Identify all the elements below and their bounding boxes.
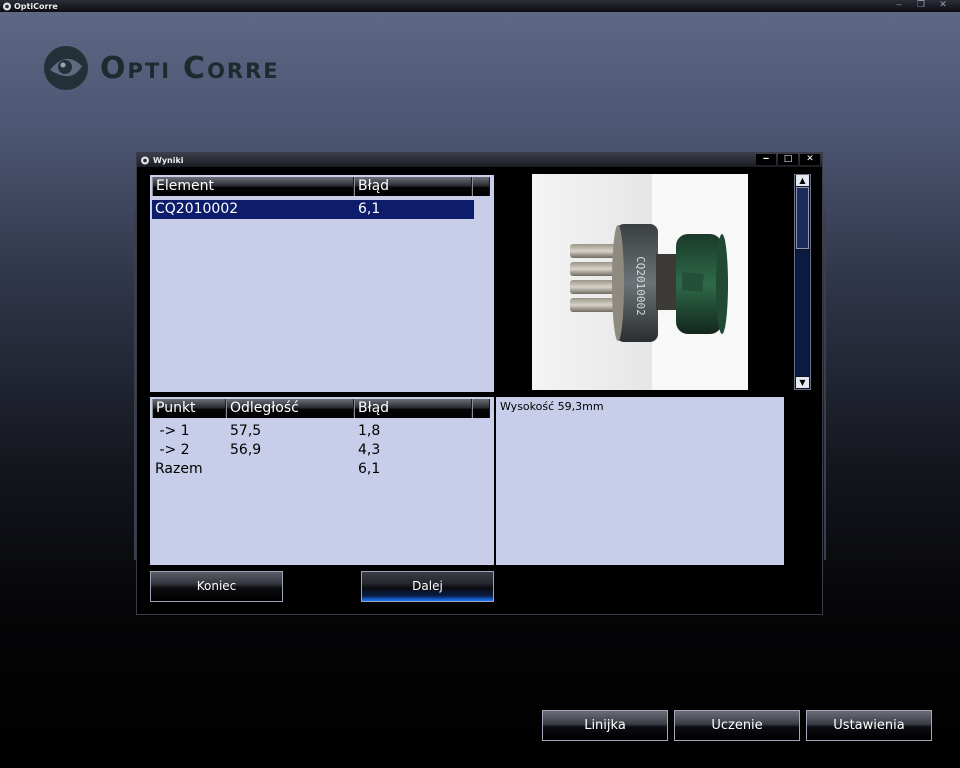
starter-drive-gear-image: CQ2010002 [532, 174, 748, 390]
restore-icon[interactable]: ❐ [914, 0, 928, 10]
end-button[interactable]: Koniec [150, 571, 283, 602]
minimize-icon[interactable]: ‒ [892, 0, 906, 10]
column-header-point[interactable]: Punkt [152, 399, 226, 418]
close-icon[interactable]: ✕ [936, 0, 950, 10]
logo-letter: O [100, 50, 128, 86]
logo-letters: PTI [127, 58, 172, 83]
table-row[interactable]: Razem 6,1 [152, 460, 380, 479]
button-focus-glow [362, 596, 493, 601]
table-row[interactable]: -> 2 56,9 4,3 [152, 441, 380, 460]
dialog-maximize-icon[interactable]: □ [778, 154, 798, 165]
results-table-header: Element Błąd [152, 177, 490, 196]
next-button-label: Dalej [412, 579, 443, 593]
cell-distance: 56,9 [230, 442, 262, 458]
scroll-down-icon[interactable]: ▼ [796, 377, 809, 388]
height-info-text: Wysokość 59,3mm [500, 400, 604, 413]
column-header-error[interactable]: Błąd [354, 399, 472, 418]
points-table-header: Punkt Odległość Błąd [152, 399, 490, 418]
cell-error: 6,1 [358, 461, 381, 477]
logo-letter: C [183, 50, 208, 86]
image-scrollbar[interactable]: ▲ ▼ [794, 174, 811, 390]
points-table: Punkt Odległość Błąd -> 1 57,5 1,8 -> 2 … [150, 397, 494, 565]
table-row[interactable]: -> 1 57,5 1,8 [152, 422, 380, 441]
column-header-element[interactable]: Element [152, 177, 354, 196]
next-button[interactable]: Dalej [361, 571, 494, 602]
dialog-icon [141, 156, 149, 164]
cell-error: 4,3 [358, 442, 381, 458]
app-title: OptiCorre [14, 1, 58, 11]
app-icon [3, 2, 11, 10]
column-header-error[interactable]: Błąd [354, 177, 472, 196]
app-titlebar: OptiCorre ‒ ❐ ✕ [0, 0, 960, 12]
scrollbar-track[interactable] [796, 250, 809, 376]
background-frame-right [824, 210, 826, 560]
cell-point: -> 1 [155, 423, 190, 439]
logo-letters: ORRE [207, 58, 280, 83]
logo-eye-icon [44, 46, 88, 90]
ruler-button[interactable]: Linijka [542, 710, 668, 741]
cell-distance [227, 460, 355, 479]
cell-distance: 57,5 [230, 423, 262, 439]
info-panel: Wysokość 59,3mm [496, 397, 784, 565]
photo-label-text: CQ2010002 [634, 256, 647, 316]
scroll-up-icon[interactable]: ▲ [796, 175, 809, 186]
dialog-title: Wyniki [153, 155, 184, 165]
table-row[interactable]: CQ2010002 6,1 [152, 200, 474, 219]
settings-button[interactable]: Ustawienia [806, 710, 932, 741]
dialog-titlebar[interactable]: Wyniki ‒ □ ✕ [137, 153, 822, 167]
results-dialog: Wyniki ‒ □ ✕ Element Błąd CQ2010002 6,1 [136, 152, 823, 615]
cell-point: -> 2 [155, 442, 190, 458]
cell-error: 6,1 [358, 201, 381, 217]
app-logo: O PTI C ORRE [42, 44, 280, 92]
cell-error: 1,8 [358, 423, 381, 439]
column-header-distance[interactable]: Odległość [226, 399, 354, 418]
cell-element: CQ2010002 [155, 201, 239, 217]
column-header-spacer [472, 399, 490, 418]
cell-point: Razem [155, 461, 203, 477]
scrollbar-thumb[interactable] [796, 187, 809, 249]
results-table: Element Błąd CQ2010002 6,1 [150, 175, 494, 392]
dialog-minimize-icon[interactable]: ‒ [756, 154, 776, 165]
learning-button[interactable]: Uczenie [674, 710, 800, 741]
dialog-close-icon[interactable]: ✕ [800, 154, 820, 165]
column-header-spacer [472, 177, 490, 196]
part-photo: CQ2010002 [532, 174, 748, 390]
